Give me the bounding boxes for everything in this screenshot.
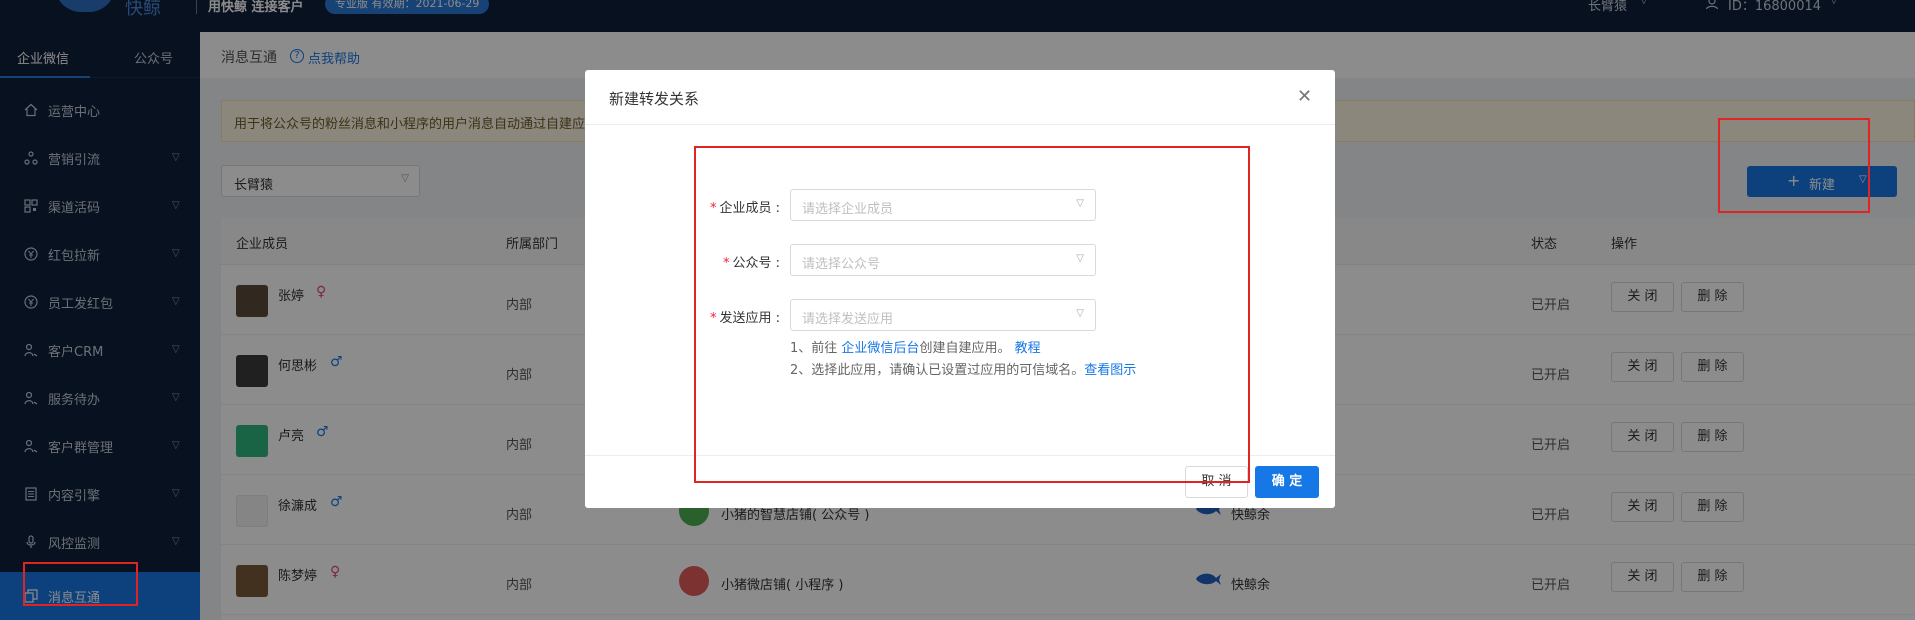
confirm-button[interactable]: 确 定 xyxy=(1255,466,1319,498)
annotation-box xyxy=(1718,118,1870,213)
new-relation-dialog: 新建转发关系 ✕ * 企业成员 : 请选择企业成员 ▽ * 公众号 : 请选择公众号… xyxy=(585,70,1335,508)
annotation-box xyxy=(23,562,138,606)
dialog-title: 新建转发关系 xyxy=(609,90,700,108)
annotation-box xyxy=(694,146,1250,483)
close-icon[interactable]: ✕ xyxy=(1297,86,1312,107)
dialog-header: 新建转发关系 ✕ xyxy=(585,70,1335,125)
